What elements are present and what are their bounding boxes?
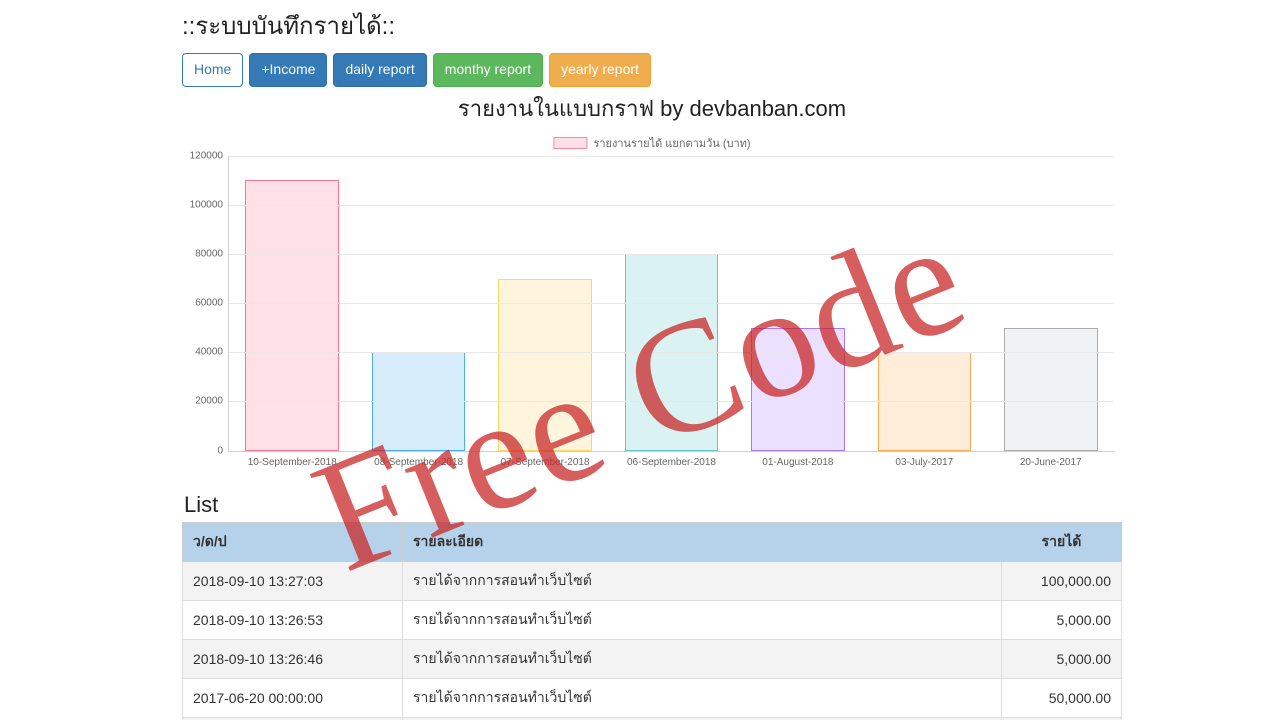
income-bar-chart: รายงานรายได้ แยกตามวัน (บาท) 10-Septembe… <box>182 132 1122 480</box>
nav-income-button[interactable]: +Income <box>249 53 327 87</box>
chart-x-tick: 01-August-2018 <box>762 457 833 468</box>
table-row: 2018-09-10 13:26:46รายได้จากการสอนทำเว็บ… <box>183 639 1122 678</box>
chart-y-tick: 60000 <box>185 298 229 309</box>
chart-gridline <box>229 352 1114 353</box>
chart-plot-area: 10-September-201808-September-201807-Sep… <box>228 156 1114 452</box>
cell-detail: รายได้จากการสอนทำเว็บไซต์ <box>403 678 1002 717</box>
chart-bar <box>1004 328 1098 451</box>
cell-detail: รายได้จากการสอนทำเว็บไซต์ <box>403 600 1002 639</box>
chart-y-tick: 20000 <box>185 396 229 407</box>
chart-bar <box>245 180 339 450</box>
col-date-header: ว/ด/ป <box>183 522 403 561</box>
chart-x-tick: 07-September-2018 <box>501 457 590 468</box>
table-row: 2017-06-20 00:00:00รายได้จากการสอนทำเว็บ… <box>183 678 1122 717</box>
cell-income: 50,000.00 <box>1002 678 1122 717</box>
chart-gridline <box>229 156 1114 157</box>
chart-x-tick: 03-July-2017 <box>895 457 953 468</box>
chart-y-tick: 120000 <box>185 150 229 161</box>
cell-income: 100,000.00 <box>1002 561 1122 600</box>
nav-yearly-button[interactable]: yearly report <box>549 53 651 87</box>
cell-date: 2018-09-10 13:26:46 <box>183 639 403 678</box>
cell-income: 5,000.00 <box>1002 639 1122 678</box>
table-row: 2018-09-10 13:27:03รายได้จากการสอนทำเว็บ… <box>183 561 1122 600</box>
chart-x-tick: 08-September-2018 <box>374 457 463 468</box>
col-income-header: รายได้ <box>1002 522 1122 561</box>
income-table: ว/ด/ป รายละเอียด รายได้ 2018-09-10 13:27… <box>182 522 1122 720</box>
nav-monthly-button[interactable]: monthy report <box>433 53 543 87</box>
chart-gridline <box>229 205 1114 206</box>
legend-swatch-icon <box>553 137 587 149</box>
chart-bar <box>498 279 592 451</box>
chart-bar <box>751 328 845 451</box>
cell-date: 2018-09-10 13:26:53 <box>183 600 403 639</box>
cell-detail: รายได้จากการสอนทำเว็บไซต์ <box>403 639 1002 678</box>
nav-bar: Home +Income daily report monthy report … <box>182 53 1122 87</box>
legend-label: รายงานรายได้ แยกตามวัน (บาท) <box>593 134 750 152</box>
chart-gridline <box>229 254 1114 255</box>
cell-date: 2018-09-10 13:27:03 <box>183 561 403 600</box>
cell-income: 5,000.00 <box>1002 600 1122 639</box>
chart-gridline <box>229 401 1114 402</box>
chart-x-tick: 10-September-2018 <box>248 457 337 468</box>
nav-daily-button[interactable]: daily report <box>333 53 426 87</box>
chart-gridline <box>229 303 1114 304</box>
page-title: ::ระบบบันทึกรายได้:: <box>182 6 1122 45</box>
list-title: List <box>184 492 1122 518</box>
cell-date: 2017-06-20 00:00:00 <box>183 678 403 717</box>
table-row: 2018-09-10 13:26:53รายได้จากการสอนทำเว็บ… <box>183 600 1122 639</box>
chart-y-tick: 80000 <box>185 248 229 259</box>
chart-y-tick: 100000 <box>185 199 229 210</box>
chart-y-tick: 40000 <box>185 347 229 358</box>
nav-home-button[interactable]: Home <box>182 53 243 87</box>
chart-x-tick: 20-June-2017 <box>1020 457 1082 468</box>
chart-legend: รายงานรายได้ แยกตามวัน (บาท) <box>553 134 750 152</box>
col-detail-header: รายละเอียด <box>403 522 1002 561</box>
cell-detail: รายได้จากการสอนทำเว็บไซต์ <box>403 561 1002 600</box>
chart-y-tick: 0 <box>185 445 229 456</box>
chart-x-tick: 06-September-2018 <box>627 457 716 468</box>
report-subtitle: รายงานในแบบกราฟ by devbanban.com <box>182 91 1122 126</box>
